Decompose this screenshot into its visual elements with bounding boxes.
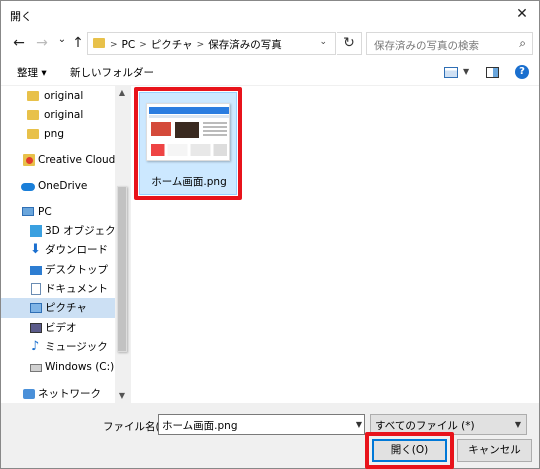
onedrive-icon: [21, 183, 35, 191]
sidebar-item-label: original: [44, 109, 84, 121]
breadcrumb: > PC > ピクチャ > 保存済みの写真: [110, 37, 282, 52]
sidebar-item-3d-objects[interactable]: 3D オブジェクト: [1, 221, 126, 241]
back-arrow-icon[interactable]: ←: [11, 34, 27, 52]
sidebar-item-label: ダウンロード: [45, 244, 108, 256]
sidebar-item-label: ピクチャ: [45, 302, 87, 314]
breadcrumb-saved-pictures[interactable]: 保存済みの写真: [208, 37, 282, 52]
sidebar-item-label: ネットワーク: [38, 388, 101, 400]
organize-button[interactable]: 整理 ▾: [17, 65, 47, 80]
chevron-down-icon[interactable]: ▼: [463, 67, 469, 76]
dialog-footer: ファイル名(N): ホーム画面.png ▼ すべてのファイル (*) ▼ 開く(…: [1, 403, 539, 469]
filename-input[interactable]: ホーム画面.png: [158, 414, 365, 435]
sidebar-item-pictures[interactable]: ピクチャ: [1, 298, 115, 318]
sidebar-item-documents[interactable]: ドキュメント: [1, 279, 115, 299]
sidebar-item-label: Windows (C:): [45, 361, 115, 373]
sidebar-item-onedrive[interactable]: OneDrive: [1, 176, 115, 196]
search-placeholder: 保存済みの写真の検索: [374, 40, 479, 52]
chevron-down-icon: ▼: [514, 420, 521, 429]
forward-arrow-icon[interactable]: →: [34, 34, 50, 52]
sidebar-scrollbar[interactable]: ▲ ▼: [115, 86, 129, 403]
title-bar: 開く ✕: [1, 1, 539, 28]
creative-cloud-icon: [23, 154, 35, 166]
file-list: ホーム画面.png: [131, 86, 539, 403]
folder-icon: [27, 110, 39, 120]
sidebar-item-label: PC: [38, 206, 52, 218]
dialog-title: 開く: [10, 10, 32, 23]
filename-value: ホーム画面.png: [162, 420, 238, 432]
videos-icon: [30, 323, 42, 333]
close-icon[interactable]: ✕: [505, 1, 539, 28]
scroll-up-icon[interactable]: ▲: [115, 86, 129, 100]
preview-pane-icon[interactable]: [486, 67, 499, 78]
sidebar-item-label: png: [44, 128, 64, 140]
scrollbar-thumb[interactable]: [117, 186, 127, 352]
recent-locations-chevron-icon[interactable]: ⌄: [54, 31, 70, 49]
network-icon: [23, 389, 35, 399]
sidebar-item-png[interactable]: png: [1, 124, 115, 144]
pictures-icon: [30, 303, 42, 313]
chevron-down-icon[interactable]: ⌄: [319, 37, 327, 47]
chevron-down-icon[interactable]: ▼: [353, 414, 365, 435]
sidebar-item-network[interactable]: ネットワーク: [1, 384, 115, 403]
sidebar-item-videos[interactable]: ビデオ: [1, 318, 115, 338]
3d-objects-icon: [30, 225, 42, 237]
command-toolbar: 整理 ▾ 新しいフォルダー ▼ ?: [1, 58, 539, 86]
sidebar-item-windows-c[interactable]: Windows (C:): [1, 357, 115, 377]
folder-icon: [93, 38, 105, 48]
download-icon: ⬇: [30, 242, 41, 257]
sidebar-item-label: OneDrive: [38, 180, 88, 192]
up-arrow-icon[interactable]: ↑: [70, 34, 86, 52]
navigation-bar: ← → ⌄ ↑ > PC > ピクチャ > 保存済みの写真 ⌄ ↻ 保存済みの写…: [1, 28, 539, 58]
filetype-value: すべてのファイル (*): [375, 420, 475, 432]
chevron-right-icon: >: [110, 39, 118, 50]
sidebar-item-label: 3D オブジェクト: [45, 225, 127, 237]
scroll-down-icon[interactable]: ▼: [115, 389, 129, 403]
open-file-dialog: 開く ✕ ← → ⌄ ↑ > PC > ピクチャ > 保存済みの写真 ⌄ ↻ 保…: [0, 0, 540, 469]
search-icon[interactable]: ⌕: [519, 36, 526, 51]
highlight-frame: [134, 87, 242, 200]
chevron-right-icon: >: [196, 39, 205, 50]
breadcrumb-pictures[interactable]: ピクチャ: [151, 37, 193, 52]
sidebar-item-pc[interactable]: PC: [1, 202, 115, 222]
view-options-icon[interactable]: [444, 67, 458, 78]
navigation-pane: original original png Creative Cloud Fil…: [1, 86, 129, 403]
chevron-right-icon: >: [139, 39, 147, 50]
search-input[interactable]: 保存済みの写真の検索 ⌕: [366, 32, 533, 55]
sidebar-item-label: ビデオ: [45, 322, 77, 334]
folder-icon: [27, 91, 39, 101]
sidebar-item-downloads[interactable]: ⬇ ダウンロード: [1, 240, 115, 260]
drive-icon: [30, 364, 42, 372]
sidebar-item-label: original: [44, 90, 84, 102]
sidebar-item-desktop[interactable]: デスクトップ: [1, 260, 115, 280]
documents-icon: [31, 283, 41, 295]
address-bar[interactable]: > PC > ピクチャ > 保存済みの写真 ⌄: [87, 32, 336, 55]
help-icon[interactable]: ?: [515, 65, 529, 79]
music-icon: ♪: [31, 339, 40, 354]
sidebar-item-label: ミュージック: [45, 341, 108, 353]
sidebar-item-music[interactable]: ♪ ミュージック: [1, 337, 115, 357]
new-folder-button[interactable]: 新しいフォルダー: [70, 65, 154, 80]
sidebar-item-label: デスクトップ: [45, 264, 108, 276]
cancel-button[interactable]: キャンセル: [457, 439, 532, 462]
sidebar-item-label: ドキュメント: [45, 283, 108, 295]
sidebar-item-original-1[interactable]: original: [1, 86, 115, 106]
refresh-icon[interactable]: ↻: [337, 32, 362, 55]
sidebar-item-creative-cloud[interactable]: Creative Cloud File: [1, 150, 129, 170]
highlight-frame: [365, 432, 454, 469]
pc-icon: [22, 207, 34, 216]
desktop-icon: [30, 266, 42, 275]
sidebar-item-original-2[interactable]: original: [1, 105, 115, 125]
breadcrumb-pc[interactable]: PC: [122, 39, 136, 51]
folder-icon: [27, 129, 39, 139]
